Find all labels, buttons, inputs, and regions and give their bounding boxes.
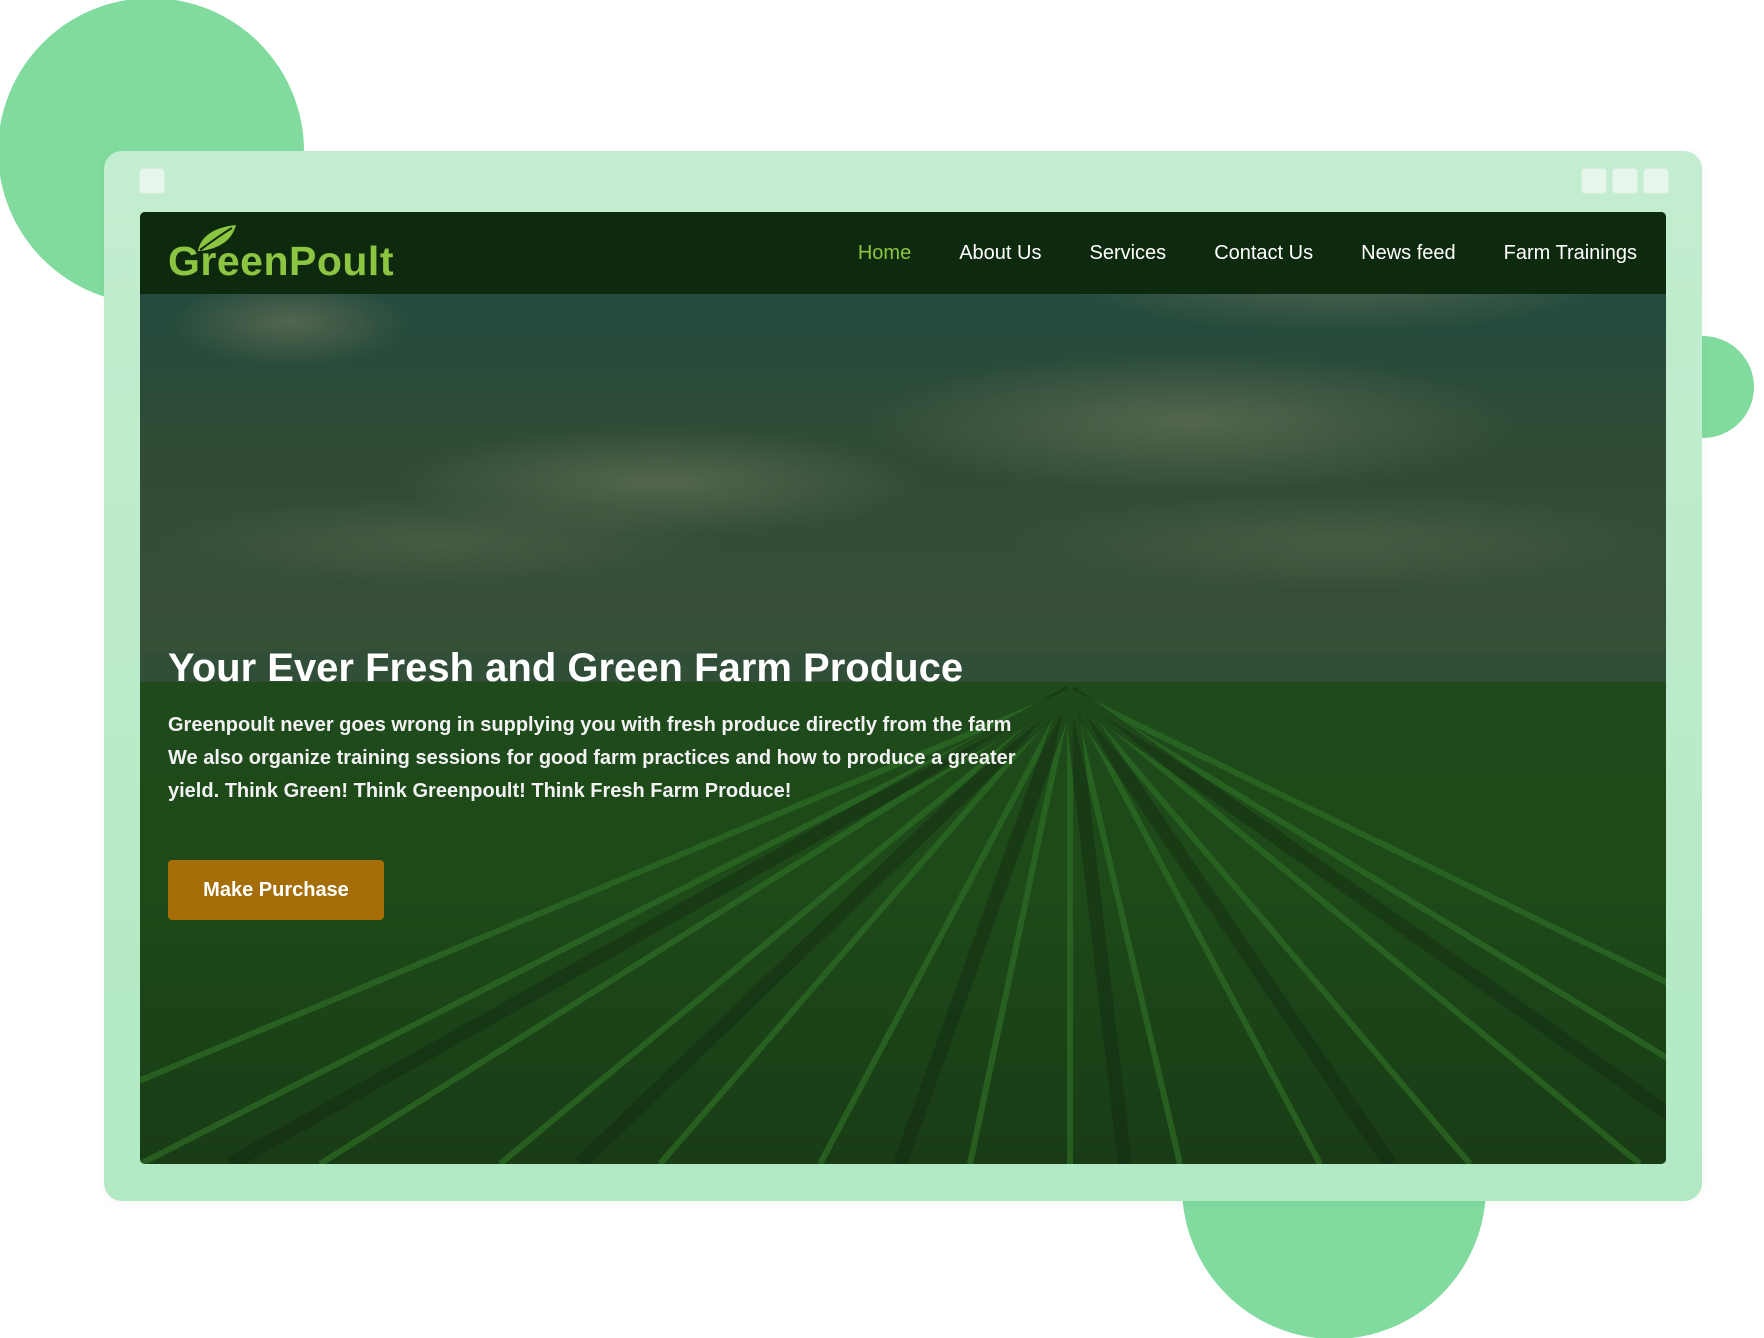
hero-title: Your Ever Fresh and Green Farm Produce	[168, 646, 964, 690]
nav-item-services[interactable]: Services	[1089, 242, 1166, 265]
nav-item-contact-us[interactable]: Contact Us	[1214, 242, 1313, 265]
top-navbar: GreenPoult Home About Us Services Contac…	[140, 212, 1666, 294]
hero-description-line: yield. Think Green! Think Greenpoult! Th…	[168, 780, 792, 802]
hero-description-line: Greenpoult never goes wrong in supplying…	[168, 714, 1012, 736]
window-control-right-2	[1612, 168, 1638, 194]
nav-item-home[interactable]: Home	[858, 242, 911, 265]
window-control-right-3	[1643, 168, 1669, 194]
nav-menu: Home About Us Services Contact Us News f…	[810, 212, 1637, 294]
logo-text: GreenPoult	[168, 238, 394, 284]
page-canvas: GreenPoult Home About Us Services Contac…	[0, 0, 1764, 1338]
make-purchase-button[interactable]: Make Purchase	[168, 860, 384, 920]
nav-item-news-feed[interactable]: News feed	[1361, 242, 1456, 265]
nav-item-about-us[interactable]: About Us	[959, 242, 1041, 265]
greenpoult-logo[interactable]: GreenPoult	[168, 225, 408, 286]
nav-item-farm-trainings[interactable]: Farm Trainings	[1504, 242, 1637, 265]
website-screen: GreenPoult Home About Us Services Contac…	[140, 212, 1666, 1164]
window-control-right-1	[1581, 168, 1607, 194]
hero-description: Greenpoult never goes wrong in supplying…	[168, 709, 1028, 808]
hero-description-line: We also organize training sessions for g…	[168, 747, 1016, 769]
window-control-left	[139, 168, 165, 194]
browser-frame: GreenPoult Home About Us Services Contac…	[104, 151, 1702, 1201]
